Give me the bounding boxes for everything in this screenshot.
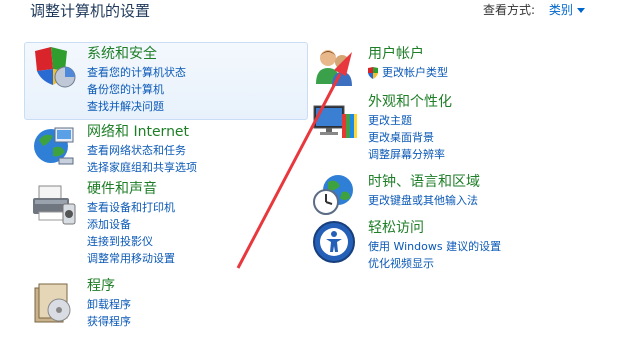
link-screen-resolution[interactable]: 调整屏幕分辨率 [368,146,452,163]
view-by-label: 查看方式: [483,3,536,17]
ease-of-access-icon [312,220,358,266]
clock-globe-icon [312,172,358,218]
link-get-programs[interactable]: 获得程序 [87,313,131,330]
link-change-account-type[interactable]: 更改帐户类型 [368,64,448,81]
link-network-status[interactable]: 查看网络状态和任务 [87,142,197,159]
link-uninstall[interactable]: 卸载程序 [87,296,131,313]
link-desktop-background[interactable]: 更改桌面背景 [368,129,452,146]
link-label: 更改帐户类型 [382,66,448,79]
link-projector[interactable]: 连接到投影仪 [87,233,175,250]
category-clock-language: 时钟、语言和区域 更改键盘或其他输入法 [306,172,606,218]
programs-icon [31,280,77,326]
category-title[interactable]: 用户帐户 [368,44,448,64]
category-title[interactable]: 程序 [87,276,131,296]
category-title[interactable]: 系统和安全 [87,44,186,64]
appearance-icon [312,100,358,146]
category-programs: 程序 卸载程序 获得程序 [25,276,305,330]
link-add-device[interactable]: 添加设备 [87,216,175,233]
users-icon [312,44,358,90]
link-backup[interactable]: 备份您的计算机 [87,81,186,98]
category-hardware-sound: 硬件和声音 查看设备和打印机 添加设备 连接到投影仪 调整常用移动设置 [25,180,305,267]
link-windows-recommended[interactable]: 使用 Windows 建议的设置 [368,238,501,255]
category-user-accounts: 用户帐户 更改帐户类型 [306,44,606,90]
link-optimize-display[interactable]: 优化视频显示 [368,255,501,272]
link-keyboard-input[interactable]: 更改键盘或其他输入法 [368,192,480,209]
link-devices-printers[interactable]: 查看设备和打印机 [87,199,175,216]
view-by-dropdown[interactable]: 类别 [549,3,573,17]
category-title[interactable]: 硬件和声音 [87,179,175,199]
chevron-down-icon[interactable] [576,8,585,13]
view-by: 查看方式: 类别 [483,1,585,18]
category-ease-of-access: 轻松访问 使用 Windows 建议的设置 优化视频显示 [306,218,606,272]
category-title[interactable]: 外观和个性化 [368,92,452,112]
link-view-status[interactable]: 查看您的计算机状态 [87,64,186,81]
category-title[interactable]: 轻松访问 [368,218,501,238]
category-network: 网络和 Internet 查看网络状态和任务 选择家庭组和共享选项 [25,122,305,176]
link-mobility-settings[interactable]: 调整常用移动设置 [87,250,175,267]
uac-shield-icon [368,66,378,79]
security-shield-icon [31,45,77,91]
link-change-theme[interactable]: 更改主题 [368,112,452,129]
category-title[interactable]: 时钟、语言和区域 [368,172,480,192]
category-title[interactable]: 网络和 Internet [87,122,197,142]
page-title: 调整计算机的设置 [30,2,151,20]
link-troubleshoot[interactable]: 查找并解决问题 [87,98,186,115]
printer-icon [31,182,77,228]
link-homegroup[interactable]: 选择家庭组和共享选项 [87,159,197,176]
category-system-security: 系统和安全 查看您的计算机状态 备份您的计算机 查找并解决问题 [24,42,308,120]
network-globe-icon [31,122,77,168]
category-appearance: 外观和个性化 更改主题 更改桌面背景 调整屏幕分辨率 [306,92,606,163]
